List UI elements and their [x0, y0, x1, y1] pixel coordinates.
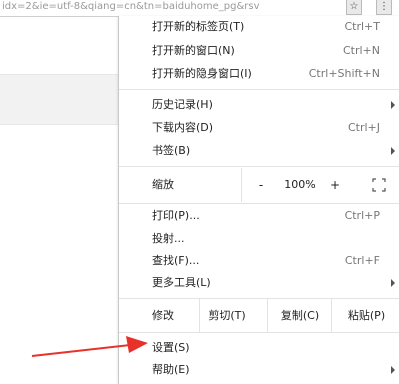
divider	[119, 89, 399, 90]
menu-item-label: 打印(P)...	[152, 209, 200, 222]
star-icon[interactable]: ☆	[346, 0, 362, 15]
menu-item-label: 更多工具(L)	[152, 276, 211, 289]
edit-label: 修改	[152, 309, 174, 322]
menu-item-history[interactable]: 历史记录(H)	[119, 94, 399, 116]
menu-item-print[interactable]: 打印(P)... Ctrl+P	[119, 205, 399, 227]
menu-item-shortcut: Ctrl+P	[344, 209, 380, 222]
menu-item-label: 打开新的标签页(T)	[152, 20, 245, 33]
zoom-label: 缩放	[152, 178, 174, 191]
page-band	[0, 74, 118, 125]
url-text[interactable]: idx=2&ie=utf-8&qiang=cn&tn=baiduhome_pg&…	[2, 0, 342, 14]
zoom-level: 100%	[284, 178, 316, 191]
menu-item-label: 书签(B)	[152, 144, 191, 157]
menu-item-label: 打开新的窗口(N)	[152, 44, 235, 57]
edit-row: 修改 剪切(T) 复制(C) 粘贴(P)	[119, 299, 399, 332]
menu-item-shortcut: Ctrl+T	[344, 20, 380, 33]
submenu-arrow-icon	[391, 279, 395, 287]
menu-item-shortcut: Ctrl+J	[347, 121, 380, 134]
divider	[119, 332, 399, 333]
menu-item-label: 帮助(E)	[152, 363, 190, 376]
fullscreen-icon[interactable]	[372, 178, 386, 192]
menu-item-settings[interactable]: 设置(S)	[119, 337, 399, 359]
menu-item-downloads[interactable]: 下载内容(D) Ctrl+J	[119, 117, 399, 139]
menu-item-label: 打开新的隐身窗口(I)	[152, 67, 252, 80]
menu-item-shortcut: Ctrl+Shift+N	[308, 67, 380, 80]
kebab-menu-icon[interactable]: ⋮	[376, 0, 392, 15]
menu-item-more-tools[interactable]: 更多工具(L)	[119, 272, 399, 294]
menu-item-label: 下载内容(D)	[152, 121, 214, 134]
chrome-menu: 打开新的标签页(T) Ctrl+T 打开新的窗口(N) Ctrl+N 打开新的隐…	[118, 16, 399, 384]
menu-item-label: 历史记录(H)	[152, 98, 213, 111]
submenu-arrow-icon	[391, 147, 395, 155]
menu-item-help[interactable]: 帮助(E)	[119, 359, 399, 381]
zoom-in-button[interactable]: +	[328, 168, 342, 202]
paste-button[interactable]: 粘贴(P)	[331, 299, 399, 332]
menu-item-new-tab[interactable]: 打开新的标签页(T) Ctrl+T	[119, 16, 399, 38]
menu-item-label: 投射...	[152, 232, 185, 245]
submenu-arrow-icon	[391, 366, 395, 374]
page-content	[0, 17, 118, 384]
menu-item-shortcut: Ctrl+N	[342, 44, 380, 57]
divider	[119, 203, 399, 204]
menu-item-label: 设置(S)	[152, 341, 190, 354]
menu-item-incognito[interactable]: 打开新的隐身窗口(I) Ctrl+Shift+N	[119, 63, 399, 85]
zoom-controls: - 100% +	[241, 168, 399, 202]
menu-item-bookmarks[interactable]: 书签(B)	[119, 140, 399, 162]
menu-item-new-window[interactable]: 打开新的窗口(N) Ctrl+N	[119, 40, 399, 62]
menu-item-cast[interactable]: 投射...	[119, 228, 399, 250]
menu-item-label: 查找(F)...	[152, 254, 200, 267]
divider	[119, 166, 399, 167]
menu-item-shortcut: Ctrl+F	[344, 254, 380, 267]
address-bar[interactable]: idx=2&ie=utf-8&qiang=cn&tn=baiduhome_pg&…	[0, 0, 399, 17]
menu-item-find[interactable]: 查找(F)... Ctrl+F	[119, 250, 399, 272]
zoom-out-button[interactable]: -	[254, 168, 268, 202]
cut-button[interactable]: 剪切(T)	[199, 299, 254, 332]
submenu-arrow-icon	[391, 101, 395, 109]
copy-button[interactable]: 复制(C)	[267, 299, 332, 332]
zoom-row: 缩放 - 100% +	[119, 168, 399, 202]
